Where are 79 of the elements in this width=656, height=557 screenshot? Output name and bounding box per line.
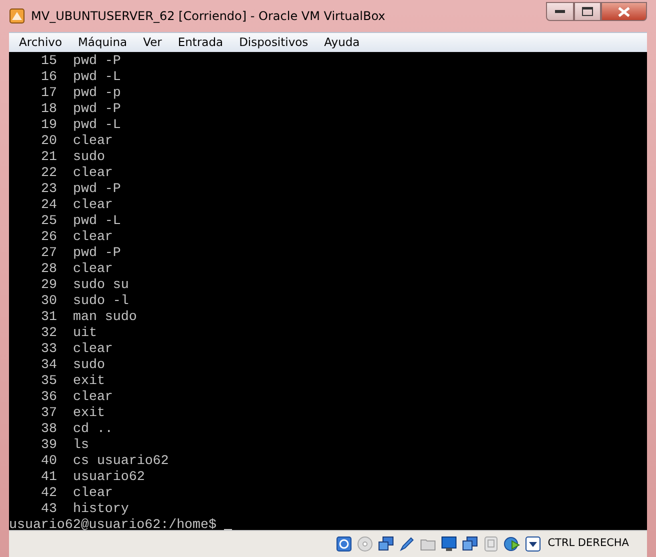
line-number: 33 [40, 341, 57, 357]
line-number: 26 [40, 229, 57, 245]
history-command: clear [73, 229, 113, 245]
history-command: exit [73, 405, 105, 421]
history-command: pwd -p [73, 85, 121, 101]
history-command: ls [73, 437, 89, 453]
line-number: 27 [40, 245, 57, 261]
menu-item[interactable]: Archivo [11, 34, 70, 52]
history-command: pwd -L [73, 213, 121, 229]
line-number: 16 [40, 69, 57, 85]
maximize-button[interactable] [574, 2, 601, 21]
shell-prompt: usuario62@usuario62:/home$ [9, 517, 216, 530]
history-command: uit [73, 325, 97, 341]
line-number: 42 [40, 485, 57, 501]
history-command: history [73, 501, 129, 517]
history-command: sudo -l [73, 293, 129, 309]
line-number: 21 [40, 149, 57, 165]
history-command: pwd -L [73, 117, 121, 133]
line-number: 24 [40, 197, 57, 213]
history-command: pwd -P [73, 101, 121, 117]
history-command: man sudo [73, 309, 137, 325]
menu-item[interactable]: Ayuda [316, 34, 368, 52]
history-command: clear [73, 261, 113, 277]
line-number: 35 [40, 373, 57, 389]
monitor-icon[interactable] [440, 536, 457, 552]
line-number: 20 [40, 133, 57, 149]
history-command: pwd -P [73, 53, 121, 69]
history-command: clear [73, 389, 113, 405]
network-icon[interactable] [378, 536, 394, 552]
history-command: pwd -L [73, 69, 121, 85]
menu-item[interactable]: Ver [135, 34, 170, 52]
history-command: pwd -P [73, 245, 121, 261]
history-command: pwd -P [73, 181, 121, 197]
line-number: 41 [40, 469, 57, 485]
globe-icon[interactable] [504, 536, 520, 552]
menu-item[interactable]: Dispositivos [231, 34, 316, 52]
close-button[interactable] [601, 2, 647, 21]
line-number: 18 [40, 101, 57, 117]
pen-icon[interactable] [398, 536, 415, 552]
close-icon [618, 6, 630, 16]
minimize-button[interactable] [546, 2, 574, 21]
line-number: 32 [40, 325, 57, 341]
history-command: usuario62 [73, 469, 145, 485]
line-number: 28 [40, 261, 57, 277]
host-key-label: CTRL DERECHA [548, 536, 629, 552]
window-title: MV_UBUNTUSERVER_62 [Corriendo] - Oracle VM VirtualBox [31, 8, 386, 25]
history-command: cs usuario62 [73, 453, 169, 469]
history-command: sudo [73, 357, 105, 373]
history-command: clear [73, 197, 113, 213]
windows-icon[interactable] [462, 536, 478, 552]
line-number: 19 [40, 117, 57, 133]
line-number: 43 [40, 501, 57, 517]
menu-item[interactable]: Entrada [170, 34, 232, 52]
line-number: 23 [40, 181, 57, 197]
history-command: exit [73, 373, 105, 389]
line-number: 17 [40, 85, 57, 101]
line-number: 40 [40, 453, 57, 469]
maximize-icon [582, 7, 593, 16]
line-number: 38 [40, 421, 57, 437]
history-command: clear [73, 485, 113, 501]
line-number: 36 [40, 389, 57, 405]
history-command: clear [73, 165, 113, 181]
line-number: 30 [40, 293, 57, 309]
line-number: 31 [40, 309, 57, 325]
line-number: 15 [40, 53, 57, 69]
history-command: sudo su [73, 277, 129, 293]
minimize-icon [555, 10, 565, 14]
line-number: 37 [40, 405, 57, 421]
history-command: clear [73, 341, 113, 357]
history-command: clear [73, 133, 113, 149]
app-icon [9, 8, 25, 24]
menu-item[interactable]: Máquina [70, 34, 136, 52]
line-number: 39 [40, 437, 57, 453]
history-command: sudo [73, 149, 105, 165]
line-number: 22 [40, 165, 57, 181]
line-number: 25 [40, 213, 57, 229]
line-number: 29 [40, 277, 57, 293]
line-number: 34 [40, 357, 57, 373]
history-command: cd .. [73, 421, 113, 437]
